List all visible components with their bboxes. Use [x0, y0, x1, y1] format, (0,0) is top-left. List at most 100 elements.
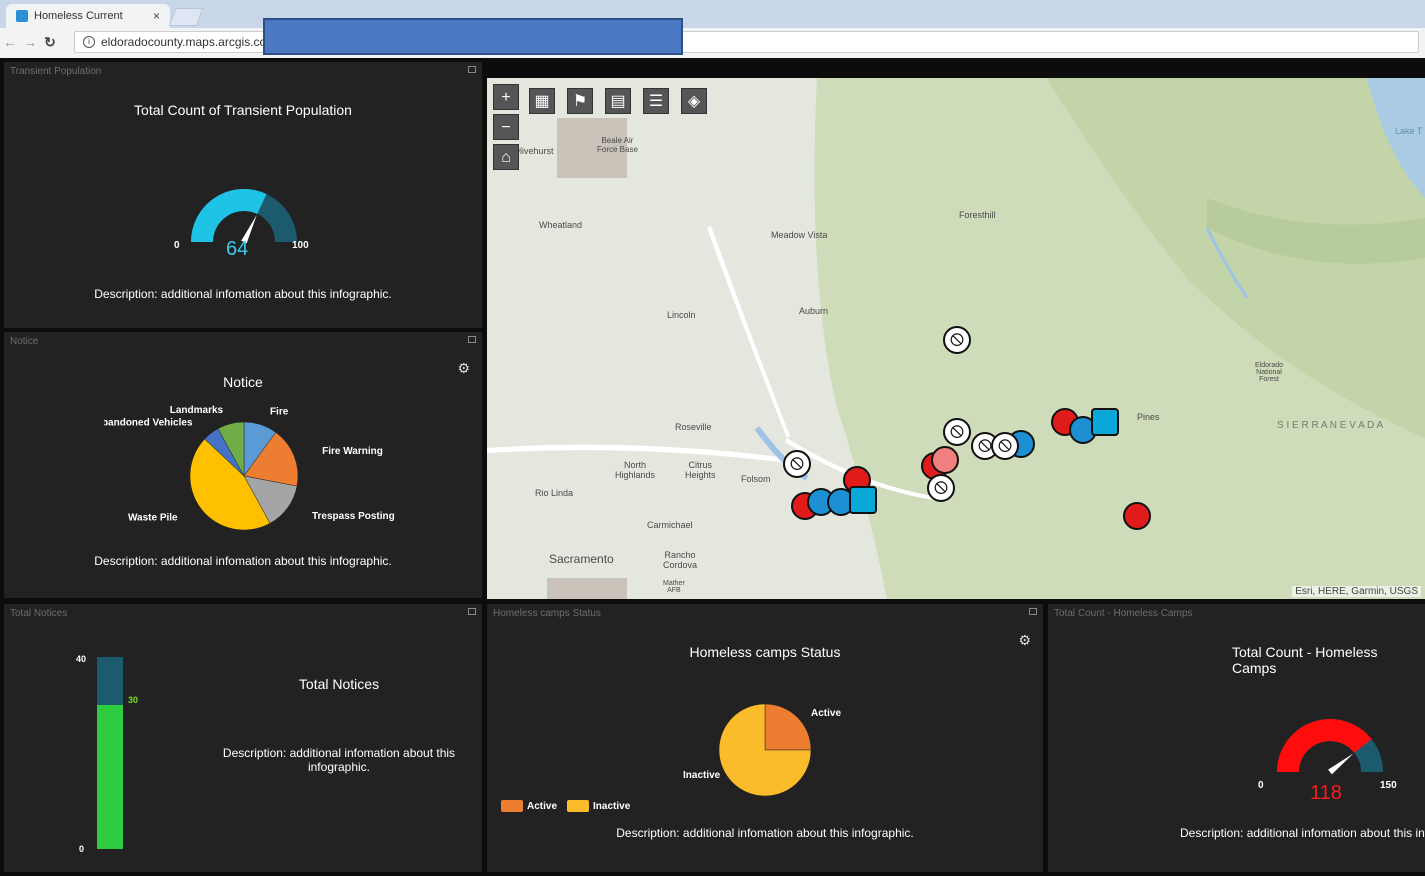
map-label-eldorado-forest: Eldorado National Forest	[1255, 362, 1284, 383]
panel-description: Description: additional infomation about…	[1180, 826, 1425, 840]
favicon-icon	[16, 10, 28, 22]
url-text: eldoradocounty.maps.arcgis.com	[101, 35, 277, 49]
person-marker-icon[interactable]: 🛇	[927, 474, 955, 502]
person-marker-icon[interactable]: 🛇	[991, 432, 1019, 460]
map-view[interactable]: Beale Air Force Base Olivehurst Wheatlan…	[487, 78, 1425, 599]
map-label-citrus-heights: Citrus Heights	[685, 460, 716, 480]
panel-header: Total Count - Homeless Camps	[1054, 608, 1193, 619]
bar-axis-min: 0	[79, 844, 85, 854]
browser-chrome: Homeless Current × ← → ↻ i eldoradocount…	[0, 0, 1425, 58]
maximize-icon[interactable]	[468, 608, 476, 615]
gauge-max-label: 150	[1380, 780, 1397, 791]
person-marker-icon[interactable]: 🛇	[943, 418, 971, 446]
panel-title: Notice	[223, 374, 263, 390]
map-label-mather: Mather AFB	[663, 580, 685, 594]
transient-population-panel: Transient Population Total Count of Tran…	[4, 62, 482, 328]
info-icon[interactable]: i	[83, 36, 95, 48]
pie-label: Fire	[270, 406, 289, 417]
camps-status-panel: Homeless camps Status ⚙ Homeless camps S…	[487, 604, 1043, 872]
panel-description: Description: additional infomation about…	[222, 746, 456, 774]
tab-strip: Homeless Current ×	[0, 0, 1425, 28]
panel-title: Homeless camps Status	[689, 644, 841, 660]
map-label-rio-linda: Rio Linda	[535, 488, 574, 498]
legend-swatch-inactive	[567, 800, 590, 812]
zoom-out-button[interactable]: −	[493, 114, 519, 140]
pie-label: Fire Warning	[322, 446, 383, 457]
tab-close-icon[interactable]: ×	[153, 9, 160, 23]
map-label-folsom: Folsom	[741, 474, 771, 484]
panel-header: Notice	[10, 336, 39, 347]
map-label-olivehurst: Olivehurst	[513, 146, 554, 156]
browser-tab[interactable]: Homeless Current ×	[6, 4, 170, 28]
panel-title: Total Notices	[298, 676, 380, 692]
gauge-value: 118	[1310, 782, 1342, 804]
panel-title: Total Count of Transient Population	[134, 102, 352, 118]
dashboard: Transient Population Total Count of Tran…	[0, 58, 1425, 876]
gauge-value: 64	[226, 238, 249, 260]
tab-title: Homeless Current	[34, 10, 123, 22]
panel-header: Homeless camps Status	[493, 608, 601, 619]
bookmark-icon[interactable]: ⚑	[567, 88, 593, 114]
pie-label: Landmarks	[170, 405, 224, 416]
pie-slice[interactable]	[764, 703, 812, 751]
panel-description: Description: additional infomation about…	[94, 287, 392, 301]
trash-marker-icon[interactable]	[1091, 408, 1119, 436]
notice-panel: Notice ⚙ Notice Fire Fire Warning Trespass…	[4, 332, 482, 598]
maximize-icon[interactable]	[1029, 608, 1037, 615]
pie-label: Waste Pile	[128, 513, 178, 524]
forward-icon[interactable]: →	[20, 34, 40, 50]
back-icon[interactable]: ←	[0, 34, 20, 50]
gauge-fill	[191, 189, 267, 243]
redaction-box	[263, 18, 683, 55]
basemap-gallery-icon[interactable]: ▦	[529, 88, 555, 114]
notice-pie-chart: Fire Fire Warning Trespass Posting Waste Pi…	[104, 405, 395, 531]
map-label-north-highlands: North Highlands	[615, 460, 656, 480]
map-label-foresthill: Foresthill	[959, 210, 996, 220]
panel-description: Description: additional infomation about…	[94, 554, 392, 568]
home-button[interactable]: ⌂	[493, 144, 519, 170]
legend-swatch-active	[501, 800, 523, 812]
panel-header: Total Notices	[10, 608, 68, 619]
new-tab-button[interactable]	[168, 8, 204, 26]
map-attribution[interactable]: Esri, HERE, Garmin, USGS	[1292, 586, 1421, 597]
person-marker-icon[interactable]: 🛇	[943, 326, 971, 354]
maximize-icon[interactable]	[468, 336, 476, 343]
gauge-fill	[1277, 719, 1372, 773]
map-label-sacramento: Sacramento	[549, 552, 614, 566]
zoom-in-button[interactable]: +	[493, 84, 519, 110]
person-marker-icon[interactable]: 🛇	[783, 450, 811, 478]
pie-label-inactive: Inactive	[683, 770, 721, 781]
maximize-icon[interactable]	[468, 66, 476, 73]
panel-title: Total Count - Homeless Camps	[1232, 644, 1378, 676]
notice-marker-icon[interactable]	[931, 446, 959, 474]
gauge-needle	[1328, 753, 1354, 775]
gauge-min-label: 0	[174, 240, 180, 251]
layer-list-icon[interactable]: ☰	[643, 88, 669, 114]
layers-icon[interactable]: ◈	[681, 88, 707, 114]
legend-icon[interactable]: ▤	[605, 88, 631, 114]
map-label-carmichael: Carmichael	[647, 520, 693, 530]
nav-row: ← → ↻ i eldoradocounty.maps.arcgis.com	[0, 28, 1425, 56]
camp-marker-icon[interactable]	[1123, 502, 1151, 530]
gauge-min-label: 0	[1258, 780, 1264, 791]
reload-icon[interactable]: ↻	[40, 34, 60, 51]
pie-label: Trespass Posting	[312, 511, 395, 522]
panel-description: Description: additional infomation about…	[616, 826, 914, 840]
panel-header: Transient Population	[10, 66, 102, 77]
chart-legend: Active Inactive	[501, 800, 630, 812]
bar-value-label: 30	[128, 695, 139, 705]
legend-label-inactive[interactable]: Inactive	[593, 801, 630, 812]
total-notices-panel: Total Notices 40 0 30 Total Notices Desc…	[4, 604, 482, 872]
map-label-pines: Pines	[1137, 412, 1160, 422]
map-label-roseville: Roseville	[675, 422, 712, 432]
map-label-lake: Lake T	[1395, 126, 1423, 136]
pie-label-active: Active	[811, 708, 842, 719]
pie-label: Abandoned Vehicles	[104, 417, 193, 428]
legend-label-active[interactable]: Active	[527, 801, 557, 812]
map-label-meadow-vista: Meadow Vista	[771, 230, 828, 240]
trash-marker-icon[interactable]	[849, 486, 877, 514]
gauge-max-label: 100	[292, 240, 309, 251]
map-label-auburn: Auburn	[799, 306, 829, 316]
camps-total-panel: Total Count - Homeless Camps Total Count…	[1048, 604, 1425, 872]
camps-gauge	[1277, 719, 1383, 775]
